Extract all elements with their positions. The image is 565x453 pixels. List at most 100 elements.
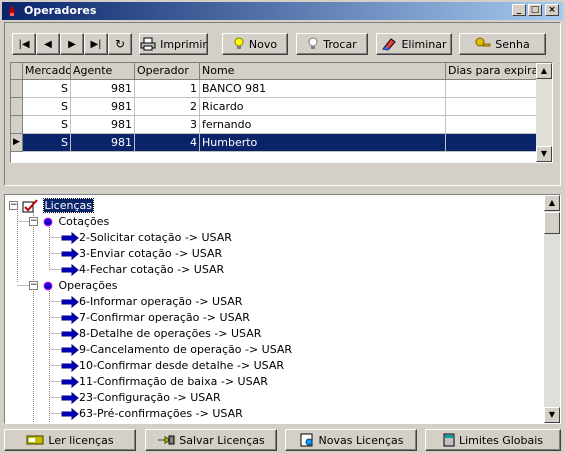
last-record-button[interactable]: ▶| xyxy=(84,33,108,55)
cell-operador[interactable]: 3 xyxy=(135,116,200,134)
cell-dias[interactable] xyxy=(446,98,538,116)
tree-item[interactable]: 7-Confirmar operação -> USAR xyxy=(61,310,250,326)
prior-icon: ◀ xyxy=(44,38,52,50)
row-indicator[interactable] xyxy=(11,116,23,134)
calculator-icon xyxy=(443,433,455,447)
scroll-thumb[interactable] xyxy=(544,212,560,234)
tree-item[interactable]: 9-Cancelamento de operação -> USAR xyxy=(61,342,292,358)
cell-agente[interactable]: 981 xyxy=(71,134,135,152)
cell-operador[interactable]: 1 xyxy=(135,80,200,98)
key-icon xyxy=(475,37,491,47)
row-indicator[interactable] xyxy=(11,98,23,116)
cell-dias[interactable] xyxy=(446,80,538,98)
salvar-licencas-button[interactable]: Salvar Licenças xyxy=(145,429,277,451)
arrow-icon xyxy=(61,391,79,405)
bottom-toolbar: Ler licenças Salvar Licenças Novas Licen… xyxy=(0,427,565,453)
tree-item[interactable]: 3-Enviar cotação -> USAR xyxy=(61,246,222,262)
refresh-button[interactable]: ↻ xyxy=(108,33,132,55)
tree-item[interactable]: 11-Confirmação de baixa -> USAR xyxy=(61,374,268,390)
arrow-icon xyxy=(61,407,79,421)
col-nome[interactable]: Nome xyxy=(200,63,446,80)
tree-item[interactable]: 2-Solicitar cotação -> USAR xyxy=(61,230,232,246)
tree-item[interactable]: 10-Confirmar desde detalhe -> USAR xyxy=(61,358,284,374)
last-icon: ▶| xyxy=(90,38,102,50)
scroll-down-button[interactable]: ▼ xyxy=(544,407,560,423)
title-bar[interactable]: Operadores _ □ × xyxy=(2,2,563,20)
cell-nome[interactable]: Ricardo xyxy=(200,98,446,116)
col-mercado[interactable]: Mercado xyxy=(23,63,71,80)
lightbulb-icon xyxy=(234,37,244,49)
cell-dias[interactable] xyxy=(446,134,538,152)
senha-button[interactable]: Senha xyxy=(459,33,546,55)
cell-operador[interactable]: 2 xyxy=(135,98,200,116)
tree-item-label: 23-Configuração -> USAR xyxy=(79,391,221,404)
tree-vertical-scrollbar[interactable]: ▲ ▼ xyxy=(544,195,560,423)
tree-group-cotacoes[interactable]: Cotações xyxy=(41,214,109,230)
ler-licencas-button[interactable]: Ler licenças xyxy=(4,429,136,451)
tree-item-label: 9-Cancelamento de operação -> USAR xyxy=(79,343,293,356)
tree-item[interactable]: 4-Fechar cotação -> USAR xyxy=(61,262,224,278)
cell-operador[interactable]: 4 xyxy=(135,134,200,152)
close-button[interactable]: × xyxy=(545,4,559,16)
cell-nome[interactable]: fernando xyxy=(200,116,446,134)
scroll-up-button[interactable]: ▲ xyxy=(536,63,552,79)
novo-button[interactable]: Novo xyxy=(222,33,288,55)
lightbulb-off-icon xyxy=(308,37,318,49)
tree-root[interactable]: Licenças xyxy=(22,198,94,214)
cell-nome[interactable]: BANCO 981 xyxy=(200,80,446,98)
collapse-group-toggle[interactable]: − xyxy=(29,281,38,290)
novas-licencas-button[interactable]: Novas Licenças xyxy=(285,429,417,451)
cell-agente[interactable]: 981 xyxy=(71,98,135,116)
next-icon: ▶ xyxy=(68,38,76,50)
arrow-icon xyxy=(61,263,79,277)
arrow-icon xyxy=(61,375,79,389)
scroll-down-button[interactable]: ▼ xyxy=(536,146,552,162)
col-agente[interactable]: Agente xyxy=(71,63,135,80)
group-icon xyxy=(43,281,53,291)
operators-grid[interactable]: Mercado Agente Operador Nome Dias para e… xyxy=(10,62,553,163)
collapse-group-toggle[interactable]: − xyxy=(29,217,38,226)
collapse-root-toggle[interactable]: − xyxy=(9,201,18,210)
arrow-icon xyxy=(61,231,79,245)
row-indicator[interactable] xyxy=(11,80,23,98)
trocar-button[interactable]: Trocar xyxy=(296,33,368,55)
senha-label: Senha xyxy=(495,37,530,51)
minimize-button[interactable]: _ xyxy=(512,4,526,16)
new-license-icon xyxy=(300,433,313,447)
next-record-button[interactable]: ▶ xyxy=(60,33,84,55)
tree-group-operacoes[interactable]: Operações xyxy=(41,278,117,294)
limites-globais-button[interactable]: Limites Globais xyxy=(425,429,561,451)
maximize-button[interactable]: □ xyxy=(528,4,542,16)
tree-item[interactable]: 8-Detalhe de operações -> USAR xyxy=(61,326,261,342)
scroll-up-button[interactable]: ▲ xyxy=(544,195,560,211)
cell-mercado[interactable]: S xyxy=(23,116,71,134)
grid-vertical-scrollbar[interactable]: ▲ ▼ xyxy=(536,63,552,162)
tree-item[interactable]: 6-Informar operação -> USAR xyxy=(61,294,242,310)
cell-agente[interactable]: 981 xyxy=(71,116,135,134)
arrow-icon xyxy=(61,311,79,325)
cell-dias[interactable] xyxy=(446,116,538,134)
arrow-icon xyxy=(61,295,79,309)
license-check-icon xyxy=(22,199,38,213)
tree-item[interactable]: 23-Configuração -> USAR xyxy=(61,390,221,406)
cell-nome[interactable]: Humberto xyxy=(200,134,446,152)
licenses-tree[interactable]: − Licenças − Cotações 2-Solicitar cotaçã… xyxy=(4,194,561,424)
novas-licencas-label: Novas Licenças xyxy=(318,433,404,447)
first-record-button[interactable]: |◀ xyxy=(12,33,36,55)
refresh-icon: ↻ xyxy=(114,37,126,51)
cell-mercado[interactable]: S xyxy=(23,80,71,98)
splitter[interactable] xyxy=(0,188,565,193)
eliminar-button[interactable]: Eliminar xyxy=(376,33,452,55)
cell-agente[interactable]: 981 xyxy=(71,80,135,98)
current-row-indicator[interactable]: ▶ xyxy=(11,134,23,152)
col-operador[interactable]: Operador xyxy=(135,63,200,80)
arrow-icon xyxy=(61,343,79,357)
cell-mercado[interactable]: S xyxy=(23,98,71,116)
col-dias[interactable]: Dias para expiração xyxy=(446,63,538,80)
imprimir-button[interactable]: Imprimir xyxy=(139,33,208,55)
printer-icon xyxy=(140,37,156,51)
tree-item[interactable]: 63-Pré-confirmações -> USAR xyxy=(61,406,243,422)
prior-record-button[interactable]: ◀ xyxy=(36,33,60,55)
cell-mercado[interactable]: S xyxy=(23,134,71,152)
tree-item-label: 7-Confirmar operação -> USAR xyxy=(79,311,250,324)
